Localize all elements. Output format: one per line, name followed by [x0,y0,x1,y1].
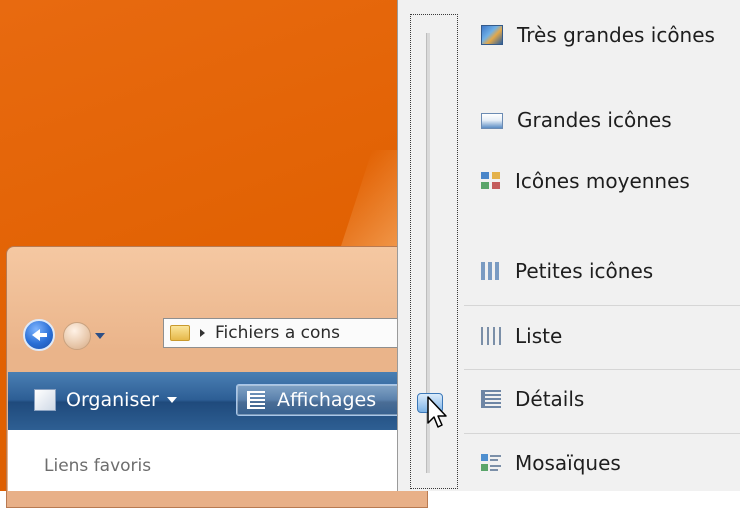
organiser-button[interactable]: Organiser [34,384,177,416]
large-icons-icon [481,113,503,129]
menu-separator [464,433,740,434]
menu-item-label: Icônes moyennes [515,169,690,193]
back-button[interactable] [23,319,55,351]
menu-item-label: Grandes icônes [517,108,672,132]
recent-pages-dropdown-icon[interactable] [95,333,105,339]
menu-item-label: Liste [515,324,563,348]
folder-icon [170,325,190,341]
menu-separator [464,369,740,370]
address-bar[interactable]: Fichiers a cons [163,318,413,348]
command-toolbar: Organiser Affichages [8,372,428,430]
navigation-pane: Liens favoris [8,430,428,491]
details-icon [481,390,501,408]
menu-item-label: Très grandes icônes [517,23,715,47]
menu-item-label: Mosaïques [515,451,621,475]
menu-item-medium-icons[interactable]: Icônes moyennes [481,166,690,196]
breadcrumb-arrow-icon[interactable] [200,329,205,337]
menu-item-small-icons[interactable]: Petites icônes [481,256,653,286]
organiser-label: Organiser [66,389,159,411]
forward-button[interactable] [63,322,91,350]
menu-item-details[interactable]: Détails [481,384,584,414]
extra-large-icons-icon [481,25,503,45]
mouse-cursor-icon [427,396,447,428]
favorites-heading: Liens favoris [44,456,152,476]
views-icon [247,391,265,409]
address-path-text: Fichiers a cons [215,323,341,343]
medium-icons-icon [481,172,501,190]
navigation-row: Fichiers a cons [23,318,443,353]
menu-separator [464,305,740,306]
small-icons-icon [481,262,501,280]
menu-item-large-icons[interactable]: Grandes icônes [481,105,672,135]
menu-item-tiles[interactable]: Mosaïques [481,448,621,478]
organise-icon [34,389,56,411]
menu-item-extra-large-icons[interactable]: Très grandes icônes [481,20,715,50]
tiles-icon [481,454,501,472]
menu-item-list[interactable]: Liste [481,321,562,351]
menu-item-label: Petites icônes [515,259,654,283]
menu-item-label: Détails [515,387,585,411]
affichages-button[interactable]: Affichages [236,384,406,416]
list-icon [481,327,501,345]
chevron-down-icon [166,397,177,403]
affichages-label: Affichages [277,389,377,411]
